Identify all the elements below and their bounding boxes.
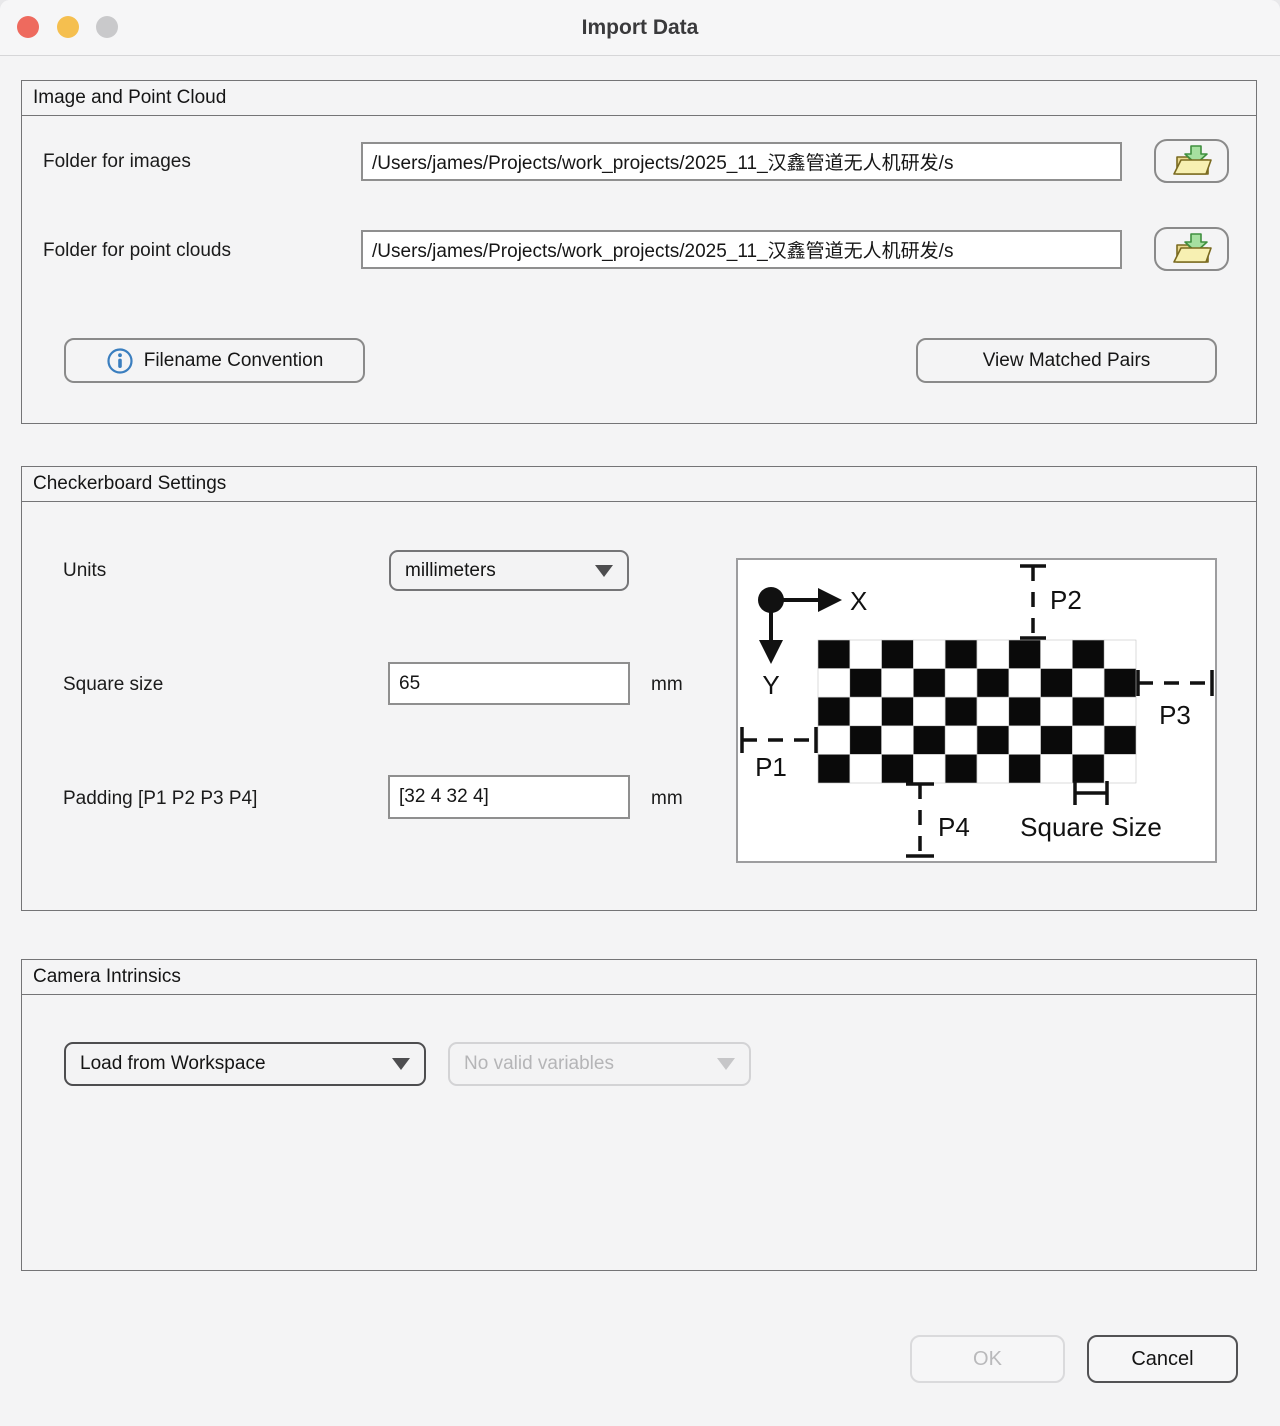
cancel-button[interactable]: Cancel [1087, 1335, 1238, 1383]
units-select[interactable]: millimeters [389, 550, 629, 591]
padding-input[interactable] [388, 775, 630, 819]
padding-label: Padding [P1 P2 P3 P4] [63, 788, 257, 810]
ok-button: OK [910, 1335, 1065, 1383]
checkerboard-settings-title: Checkerboard Settings [22, 467, 1256, 502]
intrinsics-source-value: Load from Workspace [80, 1053, 266, 1075]
diagram-p1-label: P1 [755, 752, 787, 782]
diagram-p3-label: P3 [1159, 700, 1191, 730]
info-icon [106, 347, 134, 375]
square-size-input[interactable] [388, 662, 630, 705]
square-size-unit: mm [651, 674, 683, 696]
diagram-p4-label: P4 [938, 812, 970, 842]
browse-clouds-button[interactable] [1154, 227, 1229, 271]
folder-images-input[interactable] [361, 142, 1122, 181]
title-bar: Import Data [0, 0, 1280, 56]
diagram-y-axis-label: Y [762, 670, 779, 700]
image-point-cloud-group: Image and Point Cloud Folder for images … [21, 80, 1257, 424]
import-data-dialog: Import Data Image and Point Cloud Folder… [0, 0, 1280, 1426]
window-title: Import Data [0, 0, 1280, 55]
filename-convention-button[interactable]: Filename Convention [64, 338, 365, 383]
open-folder-icon [1170, 232, 1214, 266]
filename-convention-label: Filename Convention [144, 350, 324, 372]
units-selected-value: millimeters [405, 560, 496, 582]
units-label: Units [63, 560, 106, 582]
folder-clouds-input[interactable] [361, 230, 1122, 269]
intrinsics-variable-value: No valid variables [464, 1053, 614, 1075]
folder-images-label: Folder for images [43, 151, 191, 173]
diagram-square-size-caption: Square Size [1020, 812, 1162, 842]
minimize-window-button[interactable] [57, 16, 79, 38]
folder-clouds-label: Folder for point clouds [43, 240, 231, 262]
zoom-window-button[interactable] [96, 16, 118, 38]
checkerboard-diagram: X Y P2 P3 [736, 558, 1217, 863]
square-size-label: Square size [63, 674, 163, 696]
camera-intrinsics-title: Camera Intrinsics [22, 960, 1256, 995]
open-folder-icon [1170, 144, 1214, 178]
padding-unit: mm [651, 788, 683, 810]
intrinsics-source-select[interactable]: Load from Workspace [64, 1042, 426, 1086]
chevron-down-icon [392, 1058, 410, 1070]
diagram-x-axis-label: X [850, 586, 867, 616]
view-matched-pairs-button[interactable]: View Matched Pairs [916, 338, 1217, 383]
chevron-down-icon [717, 1058, 735, 1070]
camera-intrinsics-group: Camera Intrinsics Load from Workspace No… [21, 959, 1257, 1271]
browse-images-button[interactable] [1154, 139, 1229, 183]
intrinsics-variable-select: No valid variables [448, 1042, 751, 1086]
view-matched-pairs-label: View Matched Pairs [983, 350, 1151, 372]
checkerboard-diagram-svg: X Y P2 P3 [738, 560, 1215, 861]
image-point-cloud-title: Image and Point Cloud [22, 81, 1256, 116]
close-window-button[interactable] [17, 16, 39, 38]
checkerboard-settings-group: Checkerboard Settings Units millimeters … [21, 466, 1257, 911]
diagram-p2-label: P2 [1050, 585, 1082, 615]
chevron-down-icon [595, 565, 613, 577]
